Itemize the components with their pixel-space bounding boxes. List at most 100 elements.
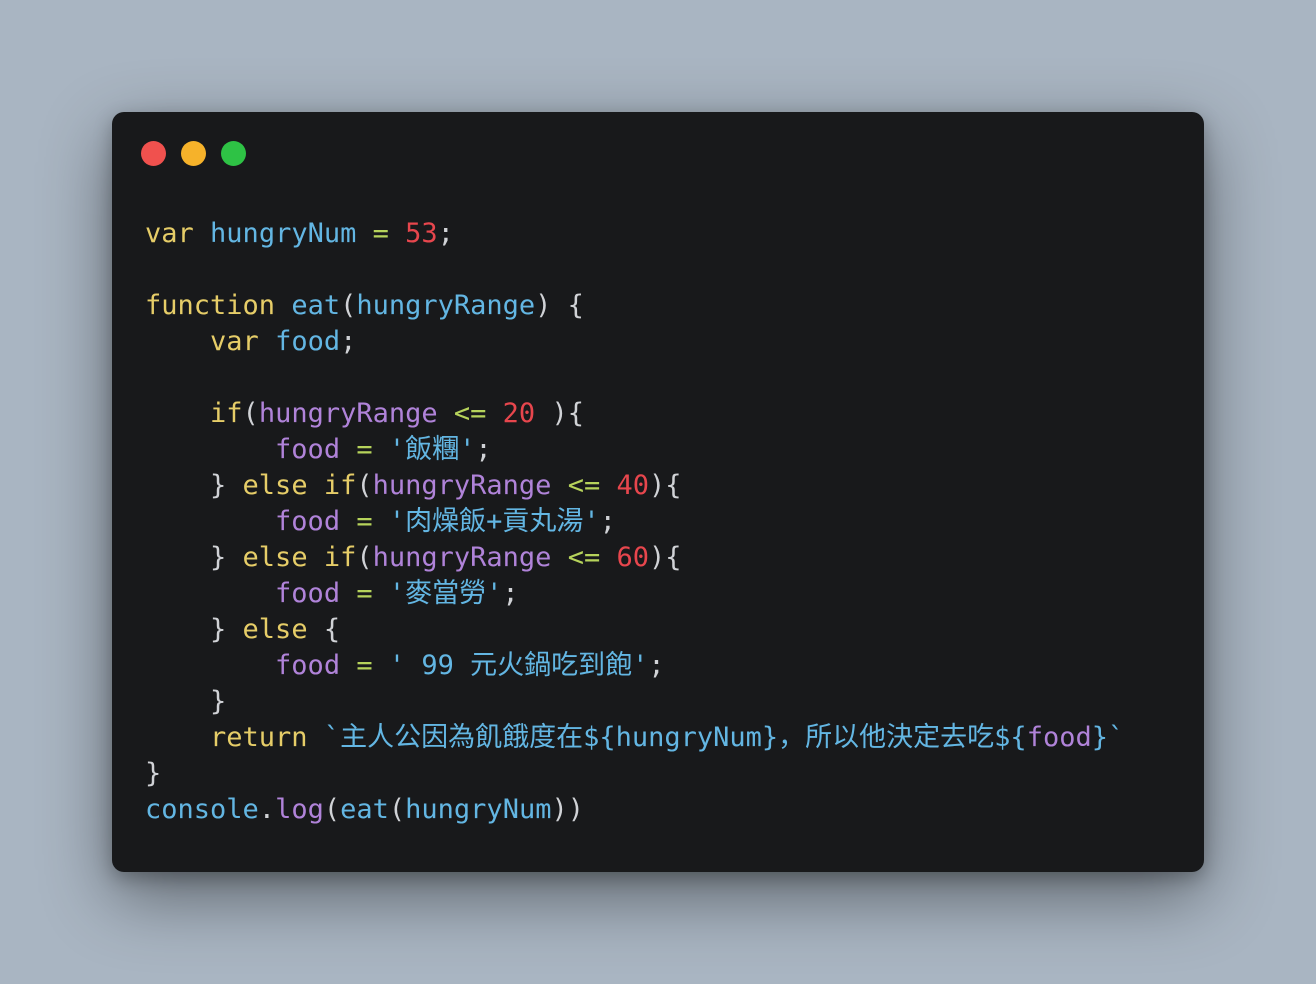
code-token-punctuation — [308, 722, 324, 753]
code-token-punctuation — [259, 326, 275, 357]
code-line: if(hungryRange <= 20 ){ — [145, 396, 1124, 432]
code-token-keyword: if — [323, 542, 357, 573]
code-token-number: 53 — [405, 218, 438, 249]
code-token-punctuation: { — [307, 614, 341, 645]
code-token-punctuation — [373, 578, 389, 609]
code-token-punctuation: ; — [475, 434, 492, 465]
code-line: } — [145, 756, 1124, 792]
code-token-number: 20 — [502, 398, 536, 429]
code-token-punctuation — [551, 470, 567, 501]
code-token-punctuation — [275, 290, 291, 321]
code-token-punctuation — [340, 434, 356, 465]
code-token-property: food — [275, 434, 341, 465]
code-token-operator: <= — [567, 470, 601, 501]
code-token-property: food — [1026, 722, 1092, 753]
code-token-punctuation: } — [145, 470, 243, 501]
code-token-punctuation: ( — [356, 542, 373, 573]
code-line: console.log(eat(hungryNum)) — [145, 792, 1124, 828]
code-token-operator: <= — [453, 398, 487, 429]
code-line: } else if(hungryRange <= 40){ — [145, 468, 1124, 504]
code-token-identifier: hungryNum — [210, 218, 357, 249]
code-token-punctuation — [600, 542, 616, 573]
code-token-keyword: if — [210, 398, 243, 429]
code-token-property: log — [275, 794, 324, 825]
code-token-punctuation: ( — [242, 398, 259, 429]
code-token-identifier: eat — [340, 794, 389, 825]
code-token-punctuation — [194, 218, 210, 249]
code-token-punctuation: )) — [551, 794, 584, 825]
code-token-operator: = — [372, 218, 389, 249]
code-token-operator: = — [356, 578, 373, 609]
code-line: food = '麥當勞'; — [145, 576, 1124, 612]
code-line: function eat(hungryRange) { — [145, 288, 1124, 324]
code-token-punctuation: } — [145, 758, 162, 789]
code-token-punctuation: } — [145, 614, 243, 645]
code-token-punctuation: ){ — [649, 470, 682, 501]
code-token-punctuation — [145, 326, 210, 357]
code-token-property: hungryRange — [258, 398, 438, 429]
code-token-keyword: if — [323, 470, 357, 501]
code-token-operator: = — [356, 434, 373, 465]
code-line: } — [145, 684, 1124, 720]
close-button[interactable] — [141, 141, 166, 166]
code-token-punctuation: ( — [356, 470, 373, 501]
code-token-identifier: `主人公因為飢餓度在${hungryNum}，所以他決定去吃${ — [323, 722, 1027, 753]
code-token-identifier: food — [275, 326, 341, 357]
code-token-punctuation — [308, 542, 324, 573]
code-token-punctuation — [486, 398, 502, 429]
code-token-operator: = — [356, 506, 373, 537]
code-token-punctuation: ; — [437, 218, 454, 249]
code-token-property: hungryRange — [372, 542, 552, 573]
code-token-punctuation — [145, 650, 275, 681]
code-token-property: food — [275, 578, 341, 609]
code-line: var food; — [145, 324, 1124, 360]
code-token-punctuation: . — [258, 794, 276, 825]
code-token-punctuation — [551, 542, 567, 573]
code-token-identifier: }` — [1091, 722, 1125, 753]
code-token-punctuation — [373, 650, 389, 681]
code-token-number: 60 — [616, 542, 649, 573]
code-token-property: food — [275, 506, 341, 537]
code-line: food = '飯糰'; — [145, 432, 1124, 468]
code-token-keyword: var — [210, 326, 259, 357]
code-token-punctuation — [600, 470, 616, 501]
code-token-punctuation — [340, 578, 356, 609]
code-token-operator: = — [356, 650, 373, 681]
code-token-identifier: '麥當勞' — [388, 578, 503, 609]
code-token-punctuation — [389, 218, 405, 249]
code-token-punctuation — [145, 506, 275, 537]
code-token-punctuation — [356, 218, 372, 249]
minimize-button[interactable] — [181, 141, 206, 166]
code-token-punctuation: ){ — [535, 398, 584, 429]
code-window: var hungryNum = 53; function eat(hungryRa… — [112, 112, 1204, 872]
code-token-punctuation: ; — [502, 578, 519, 609]
maximize-button[interactable] — [221, 141, 246, 166]
code-token-punctuation: ( — [323, 794, 341, 825]
code-token-punctuation: ; — [599, 506, 616, 537]
code-token-identifier: '肉燥飯+貢丸湯' — [388, 506, 600, 537]
code-token-identifier: console — [145, 794, 259, 825]
code-token-keyword: return — [210, 722, 308, 753]
code-token-punctuation — [145, 434, 275, 465]
code-token-punctuation — [373, 434, 389, 465]
code-token-identifier: hungryNum — [405, 794, 552, 825]
code-token-property: food — [275, 650, 341, 681]
code-token-property: hungryRange — [372, 470, 552, 501]
code-line: } else if(hungryRange <= 60){ — [145, 540, 1124, 576]
code-token-identifier: hungryRange — [356, 290, 536, 321]
code-token-punctuation — [438, 398, 454, 429]
code-token-punctuation: ( — [340, 290, 357, 321]
code-token-punctuation — [308, 470, 324, 501]
code-token-punctuation — [373, 506, 389, 537]
code-token-keyword: var — [145, 218, 194, 249]
code-token-keyword: function — [145, 290, 276, 321]
code-token-punctuation: } — [145, 686, 227, 717]
code-token-punctuation — [340, 506, 356, 537]
code-token-operator: <= — [567, 542, 601, 573]
code-token-keyword: else — [242, 614, 308, 645]
code-token-punctuation: ( — [388, 794, 406, 825]
code-line: food = '肉燥飯+貢丸湯'; — [145, 504, 1124, 540]
code-token-keyword: else — [242, 542, 308, 573]
